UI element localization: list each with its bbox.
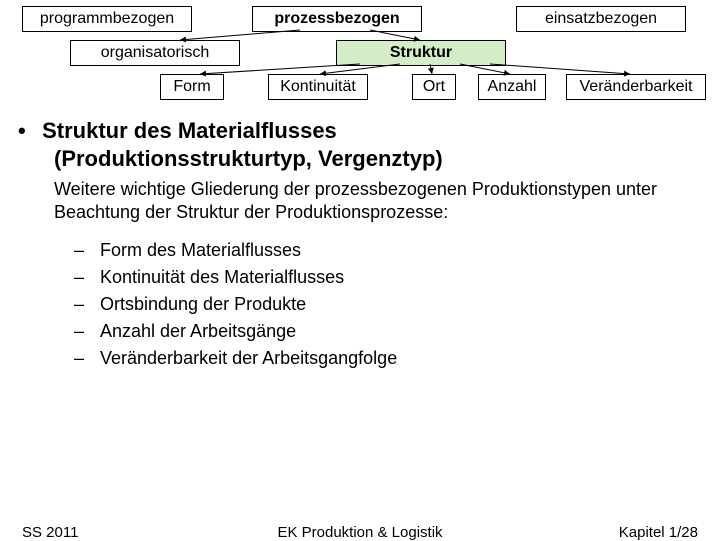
bullet-list: Form des Materialflusses Kontinuität des… bbox=[74, 237, 702, 372]
box-ort: Ort bbox=[412, 74, 456, 100]
list-item: Kontinuität des Materialflusses bbox=[74, 264, 702, 291]
box-form: Form bbox=[160, 74, 224, 100]
heading-line2: (Produktionsstrukturtyp, Vergenztyp) bbox=[54, 146, 702, 172]
box-prozessbezogen: prozessbezogen bbox=[252, 6, 422, 32]
bullet-icon: • bbox=[18, 118, 36, 144]
box-anzahl: Anzahl bbox=[478, 74, 546, 100]
box-programmbezogen: programmbezogen bbox=[22, 6, 192, 32]
box-veraenderbark: Veränderbarkeit bbox=[566, 74, 706, 100]
box-organisatorisch: organisatorisch bbox=[70, 40, 240, 66]
box-kontinuitaet: Kontinuität bbox=[268, 74, 368, 100]
diagram: programmbezogen prozessbezogen einsatzbe… bbox=[0, 0, 720, 110]
list-item: Ortsbindung der Produkte bbox=[74, 291, 702, 318]
list-item: Veränderbarkeit der Arbeitsgangfolge bbox=[74, 345, 702, 372]
heading: • Struktur des Materialflusses bbox=[18, 118, 702, 144]
list-item: Anzahl der Arbeitsgänge bbox=[74, 318, 702, 345]
list-item: Form des Materialflusses bbox=[74, 237, 702, 264]
box-struktur: Struktur bbox=[336, 40, 506, 66]
heading-line1: Struktur des Materialflusses bbox=[42, 118, 337, 143]
footer-right: Kapitel 1/28 bbox=[619, 524, 698, 541]
box-einsatzbezogen: einsatzbezogen bbox=[516, 6, 686, 32]
content: • Struktur des Materialflusses (Produkti… bbox=[0, 118, 720, 372]
footer-center: EK Produktion & Logistik bbox=[0, 524, 720, 541]
intro-paragraph: Weitere wichtige Gliederung der prozessb… bbox=[54, 178, 702, 223]
